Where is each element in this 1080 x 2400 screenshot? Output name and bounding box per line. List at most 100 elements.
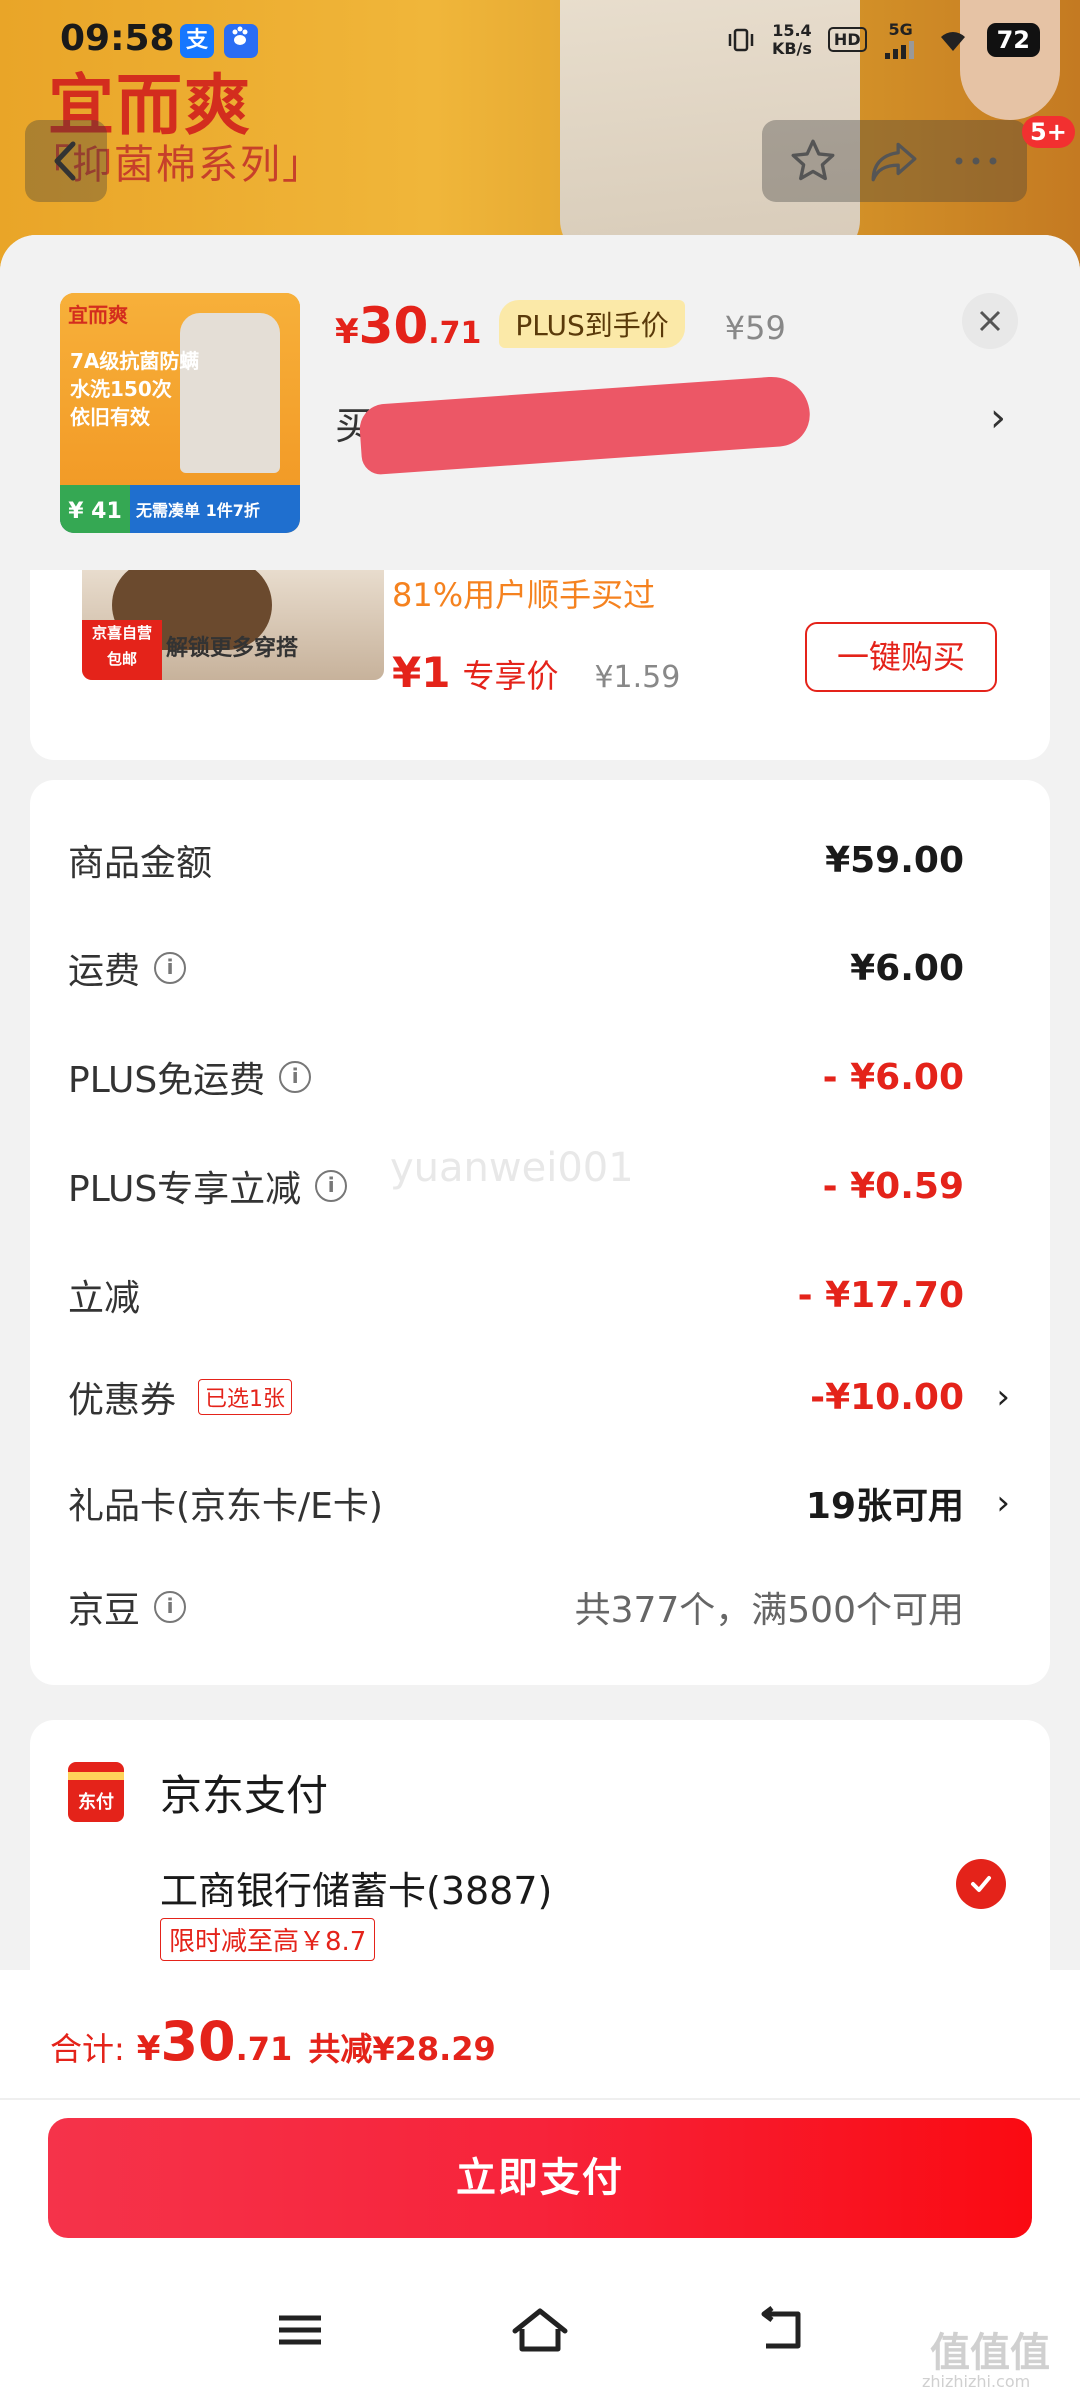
instant-discount-row: 立减 - ¥17.70 — [68, 1265, 1018, 1325]
jingdou-value: 共377个，满500个可用 — [574, 1590, 964, 1631]
plus-free-shipping-row: PLUS免运费 i - ¥6.00 — [68, 1047, 1018, 1107]
payment-title: 京东支付 — [160, 1771, 329, 1820]
total-savings: 共减¥28.29 — [308, 2030, 496, 2068]
system-nav-bar — [0, 2290, 1080, 2400]
wifi-icon — [940, 31, 965, 51]
total-label: 合计: — [50, 2030, 125, 2068]
hd-badge: HD — [827, 27, 867, 52]
chevron-right-icon: › — [996, 1483, 1010, 1523]
info-icon[interactable]: i — [154, 952, 187, 984]
upsell-card: 京喜自营 包邮 解锁更多穿搭 81%用户顺手买过 ¥1 专享价 ¥1.59 一键… — [30, 570, 1050, 760]
instant-discount-label: 立减 — [68, 1278, 141, 1319]
close-button[interactable] — [962, 293, 1018, 349]
info-icon[interactable]: i — [154, 1591, 187, 1623]
info-icon[interactable]: i — [279, 1061, 312, 1093]
pay-now-button[interactable]: 立即支付 — [48, 2118, 1032, 2238]
back-button[interactable] — [25, 120, 107, 202]
upsell-image[interactable]: 京喜自营 包邮 解锁更多穿搭 — [82, 570, 384, 680]
upsell-price: ¥1 专享价 ¥1.59 — [392, 648, 680, 697]
plus-free-shipping-value: - ¥6.00 — [822, 1056, 964, 1098]
product-thumbnail: 宜而爽 7A级抗菌防螨 水洗150次 依旧有效 ¥ 41 无需凑单 1件7折 — [60, 293, 300, 533]
coupon-label: 优惠券 — [68, 1380, 177, 1421]
chevron-right-icon[interactable]: › — [990, 395, 1006, 441]
redaction-mark — [358, 374, 812, 476]
battery-indicator: 72 — [986, 22, 1040, 57]
status-indicators: 15.4 KB/s HD 5G 72 — [726, 20, 1040, 59]
upsell-price-label: 专享价 — [462, 657, 559, 695]
shipping-value: ¥6.00 — [850, 947, 964, 989]
chevron-right-icon: › — [996, 1377, 1010, 1417]
thumb-brand: 宜而爽 — [68, 303, 128, 327]
more-icon — [955, 157, 997, 165]
goods-amount-row: 商品金额 ¥59.00 — [68, 830, 1018, 890]
plus-free-shipping-label: PLUS免运费 — [68, 1060, 266, 1101]
jd-pay-icon: 东付 — [68, 1762, 124, 1822]
header-actions — [762, 120, 1027, 202]
home-icon[interactable] — [500, 2290, 580, 2370]
jingdou-row: 京豆 i 共377个，满500个可用 — [68, 1577, 1018, 1637]
status-bar: 09:58 支 15.4 KB/s HD 5G 72 — [0, 0, 1080, 80]
coupon-value: -¥10.00 — [810, 1376, 964, 1418]
bank-promo-tag: 限时减至高￥8.7 — [160, 1918, 376, 1961]
divider — [0, 2098, 1080, 2100]
original-price: ¥59 — [724, 309, 786, 347]
fee-breakdown-card: yuanwei001 商品金额 ¥59.00 运费 i ¥6.00 PLUS免运费… — [30, 780, 1050, 1685]
plus-price-tag: PLUS到手价 — [499, 300, 685, 348]
one-click-buy-button[interactable]: 一键购买 — [805, 622, 997, 692]
more-button[interactable] — [945, 130, 1007, 192]
price-symbol: ¥ — [335, 312, 359, 352]
site-watermark-url: zhizhizhi.com — [922, 2372, 1031, 2391]
status-time: 09:58 — [60, 18, 175, 59]
thumb-line: 水洗150次 — [70, 377, 172, 401]
alipay-icon: 支 — [180, 24, 214, 58]
upsell-image-text: 解锁更多穿搭 — [166, 636, 299, 661]
gift-card-row[interactable]: 礼品卡(京东卡/E卡) 19张可用 › — [68, 1473, 1018, 1533]
goods-amount-value: ¥59.00 — [825, 839, 964, 881]
network-type: 5G — [888, 20, 913, 39]
thumb-promo: 无需凑单 1件7折 — [136, 501, 260, 520]
total-symbol: ¥ — [136, 2029, 161, 2069]
coupon-row[interactable]: 优惠券 已选1张 -¥10.00 › — [68, 1367, 1018, 1427]
instant-discount-value: - ¥17.70 — [797, 1274, 964, 1316]
signal-icon — [884, 41, 914, 59]
shipping-label: 运费 — [68, 951, 141, 992]
favorite-button[interactable] — [782, 130, 844, 192]
thumb-line: 依旧有效 — [70, 405, 150, 429]
star-icon — [791, 139, 835, 181]
price-decimal: .71 — [428, 316, 482, 351]
share-button[interactable] — [863, 130, 925, 192]
product-summary: 宜而爽 7A级抗菌防螨 水洗150次 依旧有效 ¥ 41 无需凑单 1件7折 ¥… — [0, 235, 1080, 565]
menu-icon[interactable] — [260, 2290, 340, 2370]
vibrate-icon — [728, 28, 754, 51]
thumb-price: ¥ 41 — [60, 485, 130, 533]
upsell-purchase-rate: 81%用户顺手买过 — [392, 576, 656, 614]
plus-discount-label: PLUS专享立减 — [68, 1169, 302, 1210]
signal-indicator: 5G — [883, 20, 919, 59]
thumb-line: 7A级抗菌防螨 — [70, 349, 200, 373]
jd-pay-icon-text: 东付 — [78, 1792, 114, 1813]
bank-card-option[interactable]: 工商银行储蓄卡(3887) — [160, 1860, 552, 1915]
gift-card-label: 礼品卡(京东卡/E卡) — [68, 1486, 383, 1527]
info-icon[interactable]: i — [315, 1170, 348, 1202]
gift-card-value: 19张可用 — [805, 1486, 964, 1527]
plus-discount-row: PLUS专享立减 i - ¥0.59 — [68, 1156, 1018, 1216]
price-integer: 30 — [358, 297, 429, 355]
message-badge: 5+ — [1022, 116, 1075, 148]
total-decimal: .71 — [235, 2030, 293, 2068]
payment-method-card: 东付 京东支付 工商银行储蓄卡(3887) 限时减至高￥8.7 — [30, 1720, 1050, 1985]
check-icon[interactable] — [956, 1859, 1006, 1909]
site-watermark: 值值值 — [930, 2330, 1050, 2376]
shipping-row: 运费 i ¥6.00 — [68, 938, 1018, 998]
coupon-selected-tag: 已选1张 — [198, 1379, 293, 1415]
back-nav-icon[interactable] — [742, 2290, 822, 2370]
total-row: 合计: ¥ 30 .71 共减¥28.29 — [50, 2010, 496, 2073]
baidu-icon — [224, 24, 258, 58]
price-row: ¥ 30 .71 PLUS到手价 ¥59 — [335, 297, 786, 356]
network-speed: 15.4 KB/s — [771, 20, 812, 58]
free-shipping-tag: 京喜自营 包邮 — [82, 620, 162, 680]
checkout-bottom-bar: 合计: ¥ 30 .71 共减¥28.29 立即支付 值值值 zhizhizhi… — [0, 1970, 1080, 2400]
jingdou-label: 京豆 — [68, 1590, 141, 1631]
upsell-original-price: ¥1.59 — [594, 660, 681, 695]
chevron-left-icon — [54, 141, 76, 181]
close-icon — [979, 310, 1001, 332]
